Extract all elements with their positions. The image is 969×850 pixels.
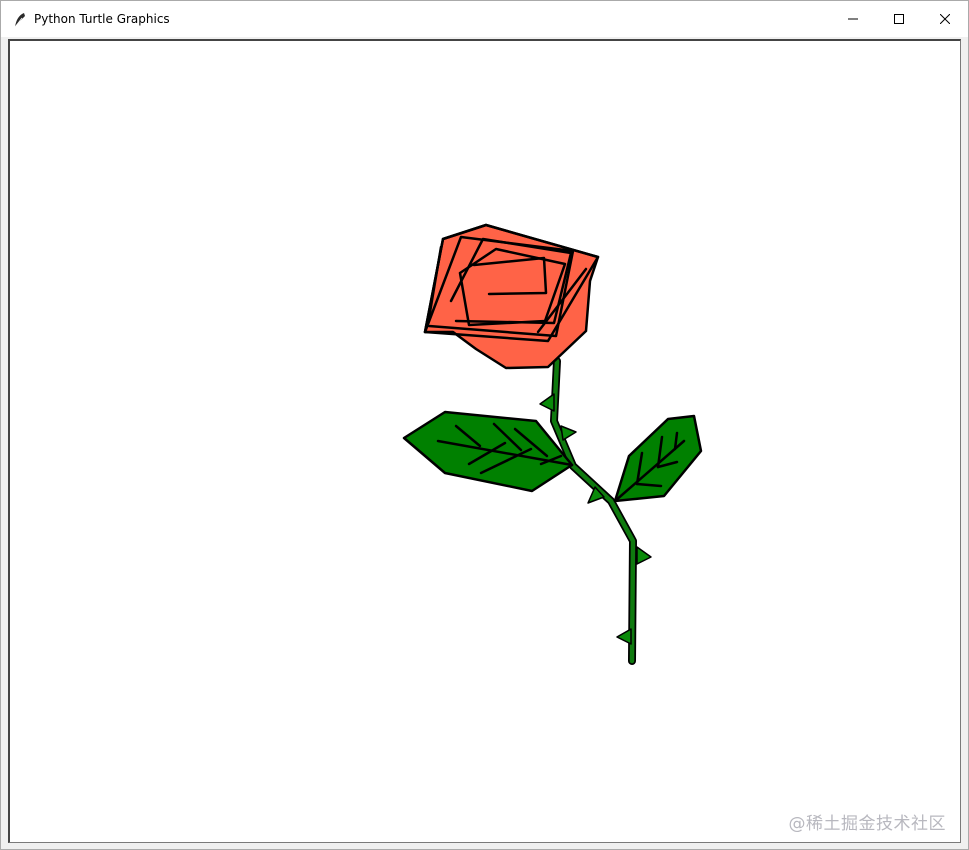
- maximize-icon: [894, 14, 904, 24]
- rose-stem-fill: [551, 358, 636, 664]
- thorn: [616, 628, 632, 645]
- watermark: @稀土掘金技术社区: [788, 814, 946, 834]
- thorn: [560, 425, 577, 441]
- turtle-canvas-frame: @稀土掘金技术社区: [8, 39, 961, 843]
- turtle-window: Python Turtle Graphics @稀土掘金技术社区: [0, 0, 969, 850]
- close-icon: [940, 14, 950, 24]
- feather-icon: [14, 13, 25, 28]
- maximize-button[interactable]: [876, 1, 922, 37]
- title-bar[interactable]: Python Turtle Graphics: [1, 1, 968, 37]
- window-controls: [830, 1, 968, 37]
- close-button[interactable]: [922, 1, 968, 37]
- rose-head: [423, 223, 600, 370]
- minimize-button[interactable]: [830, 1, 876, 37]
- minimize-icon: [848, 18, 858, 20]
- window-title: Python Turtle Graphics: [34, 12, 170, 26]
- thorn: [539, 393, 555, 412]
- thorn: [636, 546, 652, 565]
- rose-stem: [550, 357, 637, 665]
- turtle-canvas[interactable]: [10, 41, 959, 841]
